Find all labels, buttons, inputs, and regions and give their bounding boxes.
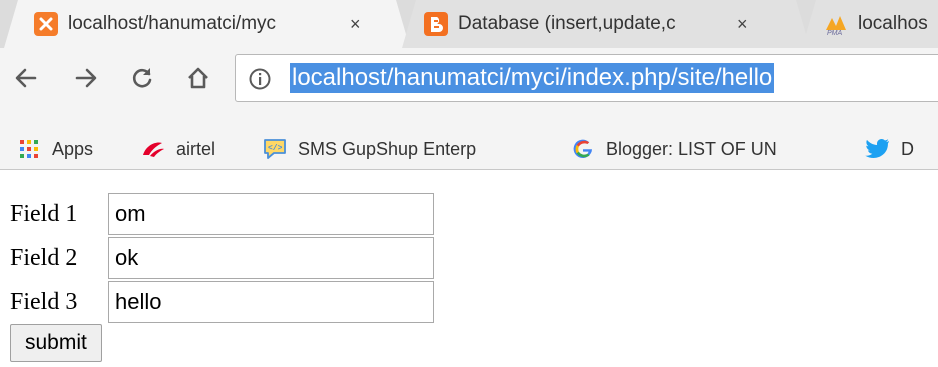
tab-strip: localhost/hanumatci/myc × Database (inse… — [0, 0, 938, 48]
bookmark-twitter[interactable]: D — [865, 128, 914, 170]
svg-text:PMA: PMA — [827, 30, 843, 36]
url-text[interactable]: localhost/hanumatci/myci/index.php/site/… — [290, 63, 775, 93]
tab-title: localhost/hanumatci/myc — [68, 13, 277, 34]
bookmark-airtel[interactable]: airtel — [140, 128, 215, 170]
field-1-input[interactable] — [108, 193, 434, 235]
bookmarks-bar: Apps airtel </> SMS GupShup Enterp Blogg… — [0, 128, 938, 170]
forward-button[interactable] — [68, 60, 104, 96]
address-bar[interactable]: localhost/hanumatci/myci/index.php/site/… — [235, 54, 938, 102]
bookmark-blogger[interactable]: Blogger: LIST OF UNI\ — [570, 128, 776, 170]
blogger-icon — [424, 12, 448, 36]
twitter-icon — [865, 136, 891, 162]
field-2-label: Field 2 — [10, 244, 78, 271]
field-3-input[interactable] — [108, 281, 434, 323]
field-3-label: Field 3 — [10, 288, 78, 315]
submit-button[interactable]: submit — [10, 324, 102, 362]
field-2-input[interactable] — [108, 237, 434, 279]
form-row-field-1: Field 1 — [10, 192, 434, 236]
bookmark-sms-gupshup[interactable]: </> SMS GupShup Enterp — [262, 128, 476, 170]
tab-title: Database (insert,update,c — [458, 13, 676, 34]
tab-title: localhos — [858, 13, 928, 34]
home-button[interactable] — [180, 60, 216, 96]
back-arrow-icon — [15, 68, 37, 88]
bookmark-label: SMS GupShup Enterp — [298, 138, 477, 159]
bookmark-apps[interactable]: Apps — [16, 128, 93, 170]
form-row-field-3: Field 3 — [10, 280, 434, 324]
forward-arrow-icon — [75, 68, 97, 88]
browser-toolbar: localhost/hanumatci/myci/index.php/site/… — [0, 48, 938, 128]
google-icon — [570, 136, 596, 162]
tab-phpmyadmin[interactable]: PMA localhos — [802, 0, 938, 48]
bookmark-label: D — [901, 138, 914, 159]
reload-icon — [132, 68, 152, 88]
tab-localhost[interactable]: localhost/hanumatci/myc × — [4, 0, 410, 48]
apps-grid-icon — [16, 136, 42, 162]
close-icon[interactable]: × — [350, 14, 361, 35]
info-icon[interactable] — [248, 67, 272, 91]
form-row-field-2: Field 2 — [10, 236, 434, 280]
xampp-icon — [34, 12, 58, 36]
close-icon[interactable]: × — [737, 14, 748, 35]
bookmark-label: airtel — [176, 138, 216, 159]
back-button[interactable] — [8, 60, 44, 96]
airtel-icon — [140, 136, 166, 162]
tab-database[interactable]: Database (insert,update,c × — [402, 0, 810, 48]
reload-button[interactable] — [124, 60, 160, 96]
bookmark-label: Apps — [52, 138, 94, 159]
page-content: Field 1 Field 2 Field 3 submit — [0, 170, 938, 367]
field-1-label: Field 1 — [10, 200, 78, 227]
browser-window: localhost/hanumatci/myc × Database (inse… — [0, 0, 938, 367]
sms-gupshup-icon: </> — [262, 136, 288, 162]
bookmark-label: Blogger: LIST OF UNI\ — [606, 138, 776, 159]
svg-text:</>: </> — [268, 144, 283, 153]
phpmyadmin-icon: PMA — [824, 12, 848, 36]
home-icon — [188, 67, 208, 89]
